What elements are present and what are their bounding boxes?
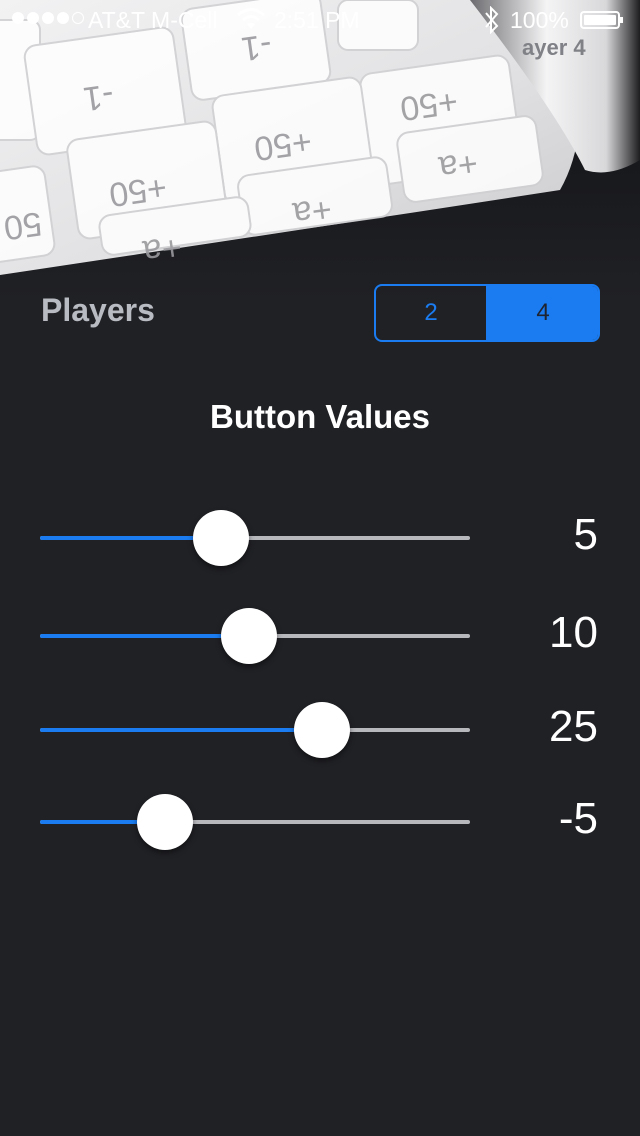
button-value-slider-4: -5 (0, 792, 640, 852)
slider-value: 25 (549, 702, 598, 751)
slider-track[interactable] (40, 794, 470, 850)
battery-percentage: 100% (510, 7, 569, 33)
players-option-4[interactable]: 4 (486, 286, 598, 340)
slider-track[interactable] (40, 510, 470, 566)
bg-button-label: +50 (107, 168, 169, 214)
slider-thumb[interactable] (136, 794, 193, 850)
settings-screen: -1 -1 +50 +50 +50 50 +a +a +a ayer 4 AT&… (0, 0, 640, 1136)
bg-button-label: +a (140, 228, 184, 271)
status-time: 2:51 PM (274, 7, 360, 33)
bluetooth-icon (485, 6, 499, 34)
slider-track[interactable] (40, 702, 470, 758)
bg-button-label: +a (436, 144, 480, 187)
status-bar: AT&T M-Cell 2:51 PM 100% (0, 0, 640, 40)
slider-value: -5 (558, 794, 598, 843)
section-title: Button Values (209, 398, 431, 435)
slider-thumb[interactable] (192, 510, 249, 566)
bg-button-label: -1 (81, 76, 116, 118)
slider-value: 10 (549, 608, 598, 657)
slider-fill (40, 728, 322, 732)
button-value-slider-1: 5 (0, 508, 640, 568)
slider-track[interactable] (40, 608, 470, 664)
signal-strength-icon (12, 12, 84, 24)
slider-fill (40, 634, 249, 638)
slider-thumb[interactable] (293, 702, 350, 758)
button-value-slider-2: 10 (0, 606, 640, 666)
bg-button-label: +a (290, 190, 334, 233)
slider-value: 5 (573, 510, 598, 559)
bg-button-label: +50 (252, 122, 314, 168)
players-label: Players (41, 292, 155, 328)
carrier-name: AT&T M-Cell (88, 7, 218, 33)
battery-icon (580, 11, 623, 29)
players-segmented-control: 2 4 (374, 284, 600, 342)
bg-button-label: +50 (398, 82, 460, 128)
bg-button-label: 50 (1, 204, 44, 247)
button-value-slider-3: 25 (0, 700, 640, 760)
slider-thumb[interactable] (220, 608, 277, 664)
wifi-icon (237, 8, 265, 29)
players-option-2[interactable]: 2 (376, 286, 486, 340)
page-curl[interactable]: -1 -1 +50 +50 +50 50 +a +a +a ayer 4 (0, 0, 640, 300)
